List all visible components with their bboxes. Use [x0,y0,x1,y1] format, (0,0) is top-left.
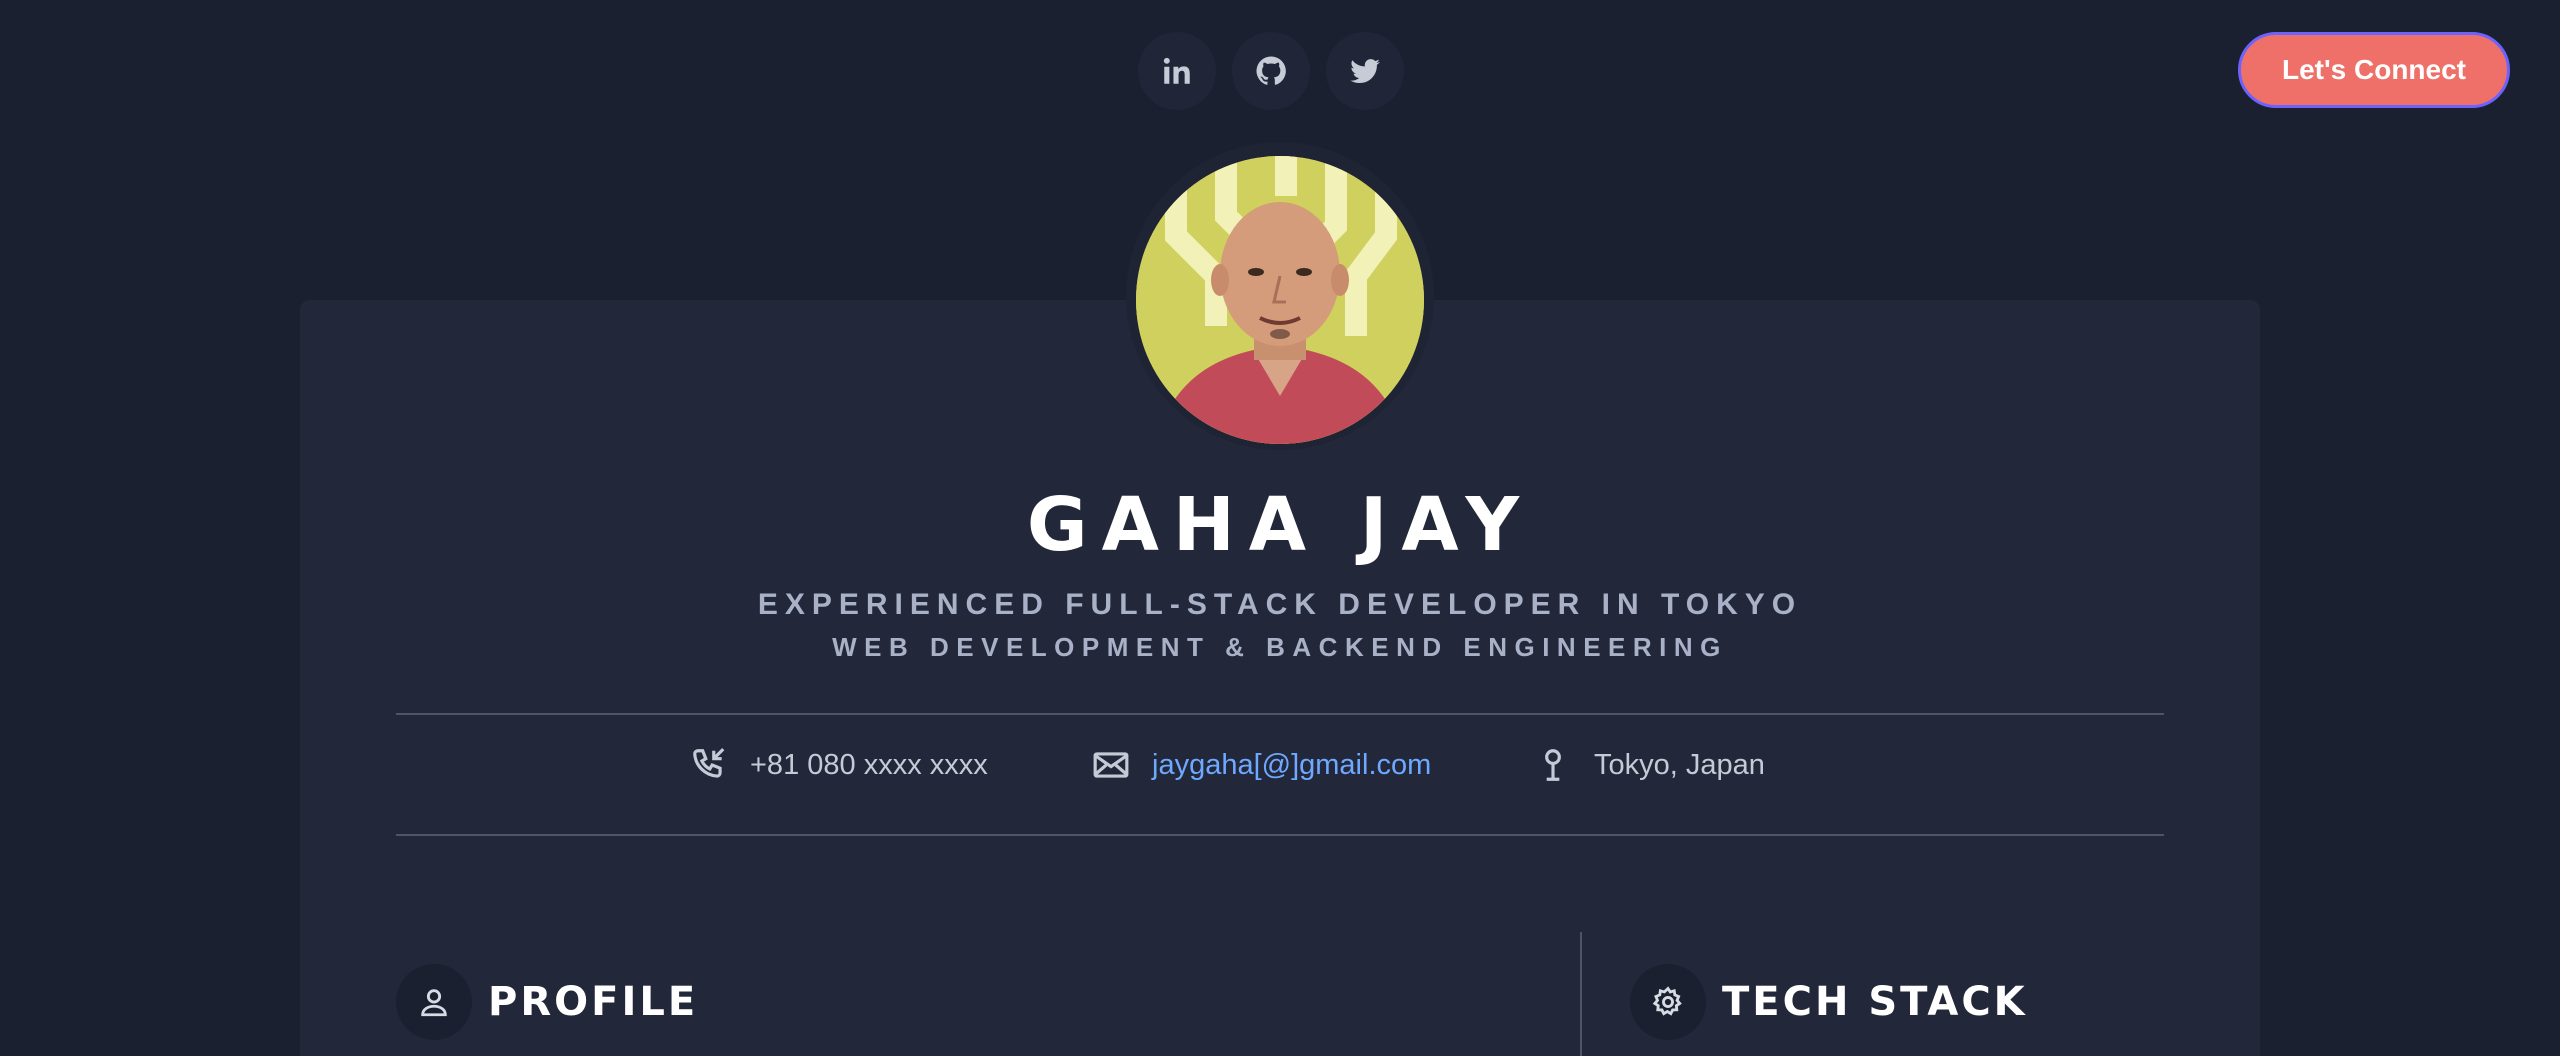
divider-bottom [396,834,2164,836]
section-tech-stack-label: TECH STACK [1722,979,2028,1025]
twitter-icon [1350,59,1380,84]
location-text: Tokyo, Japan [1594,748,1765,781]
phone-icon [693,748,725,778]
social-links [1138,32,1404,110]
twitter-button[interactable] [1326,32,1404,110]
section-profile-icon-wrap [396,964,472,1040]
section-tech-stack: TECH STACK [1630,964,2028,1040]
contact-location: Tokyo, Japan [1534,746,1765,784]
section-profile: PROFILE [396,964,698,1040]
linkedin-icon [1163,57,1190,84]
mail-icon [1093,752,1129,778]
subtitle-focus: WEB DEVELOPMENT & BACKEND ENGINEERING [832,632,1728,662]
lets-connect-button[interactable]: Let's Connect [2238,32,2510,108]
gear-icon [1652,986,1682,1016]
subtitle-role: EXPERIENCED FULL-STACK DEVELOPER IN TOKY… [757,588,1803,621]
phone-number: +81 080 xxxx xxxx [750,748,988,781]
divider-top [396,713,2164,715]
section-tech-stack-icon-wrap [1630,964,1706,1040]
github-icon [1256,56,1286,85]
user-icon [421,989,447,1017]
github-button[interactable] [1232,32,1310,110]
page: Let's Connect GAHA JAY EXPERIENCED FULL-… [0,0,2560,1056]
linkedin-button[interactable] [1138,32,1216,110]
location-pin-icon [1545,749,1561,781]
contact-email[interactable]: jaygaha[@]gmail.com [1092,746,1431,784]
section-divider [1580,932,1582,1056]
section-profile-label: PROFILE [488,979,699,1025]
avatar-photo [1136,156,1424,444]
contact-phone[interactable]: +81 080 xxxx xxxx [690,746,988,784]
email-link[interactable]: jaygaha[@]gmail.com [1152,749,1431,782]
avatar [1136,156,1424,444]
person-name: GAHA JAY [1026,482,1534,568]
